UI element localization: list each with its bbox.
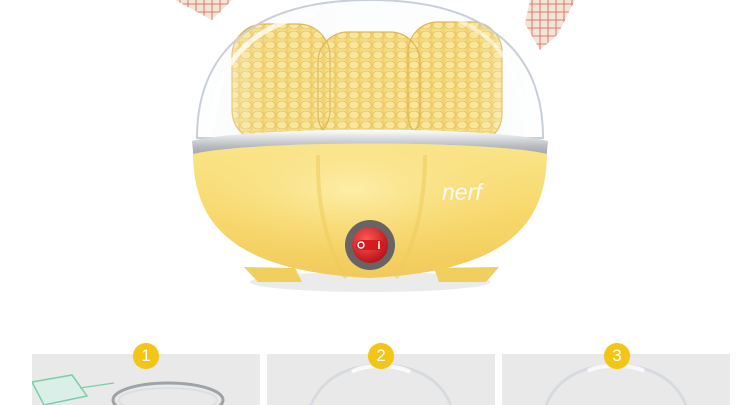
brand-logo: nerf [442, 179, 484, 205]
cloth-left [175, 0, 232, 20]
egg-cooker-product-photo: nerf [175, 0, 575, 292]
step-3-badge: 3 [604, 343, 630, 369]
power-switch[interactable] [345, 220, 395, 270]
step-2-badge: 2 [368, 343, 394, 369]
step-1-badge: 1 [133, 343, 159, 369]
cloth-right [525, 0, 575, 50]
transparent-lid [195, 0, 545, 139]
product-page: nerf 1 2 3 [0, 0, 750, 405]
